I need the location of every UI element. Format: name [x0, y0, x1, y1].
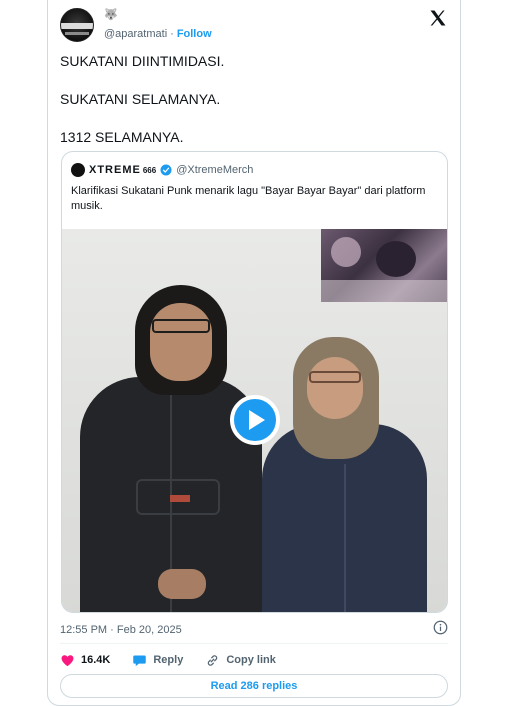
- tweet-actions: 16.4K Reply Copy link: [60, 650, 448, 670]
- author-display-name[interactable]: 🐺: [104, 8, 118, 21]
- reply-button[interactable]: Reply: [132, 653, 183, 668]
- tweet-timestamp[interactable]: 12:55 PM · Feb 20, 2025: [60, 624, 182, 636]
- quoted-author-name-suffix: 666: [142, 165, 157, 175]
- follow-button[interactable]: Follow: [177, 28, 212, 40]
- copy-link-button[interactable]: Copy link: [205, 653, 276, 668]
- divider: [60, 643, 448, 644]
- quoted-tweet-header: XTREME 666 @XtremeMerch: [71, 162, 253, 178]
- quoted-author-handle[interactable]: @XtremeMerch: [176, 164, 253, 176]
- tweet-meta: 12:55 PM · Feb 20, 2025: [60, 620, 448, 636]
- reply-icon: [133, 655, 147, 666]
- read-replies-label: Read 286 replies: [210, 680, 298, 692]
- reply-label: Reply: [153, 654, 184, 666]
- read-replies-button[interactable]: Read 286 replies: [60, 674, 448, 698]
- video-player[interactable]: [62, 229, 447, 612]
- separator: ·: [170, 28, 174, 40]
- tweet-header: 🐺 @aparatmati · Follow: [60, 8, 448, 44]
- author-avatar[interactable]: [60, 8, 94, 42]
- tweet-text: SUKATANI DIINTIMIDASI. SUKATANI SELAMANY…: [60, 52, 448, 166]
- video-inset-frame: [321, 229, 447, 302]
- author-handle[interactable]: @aparatmati: [104, 28, 167, 40]
- heart-icon: [61, 654, 74, 666]
- copy-link-label: Copy link: [226, 654, 276, 666]
- tweet-text-line: SUKATANI DIINTIMIDASI.: [60, 53, 225, 69]
- like-button[interactable]: 16.4K: [60, 653, 110, 668]
- play-button[interactable]: [230, 395, 280, 445]
- tweet-text-line: 1312 SELAMANYA.: [60, 129, 184, 145]
- x-logo-icon[interactable]: [428, 8, 448, 28]
- quoted-tweet[interactable]: XTREME 666 @XtremeMerch Klarifikasi Suka…: [61, 151, 448, 613]
- quoted-author-avatar[interactable]: [71, 163, 85, 177]
- quoted-tweet-text: Klarifikasi Sukatani Punk menarik lagu "…: [71, 185, 426, 212]
- tweet-card: 🐺 @aparatmati · Follow SUKATANI DIINTIMIDA…: [47, 0, 461, 706]
- play-icon: [249, 410, 265, 430]
- quoted-author-name[interactable]: XTREME: [89, 164, 141, 176]
- tweet-text-line: SUKATANI SELAMANYA.: [60, 91, 221, 107]
- info-icon[interactable]: [433, 620, 448, 635]
- author-handle-line: @aparatmati · Follow: [104, 28, 212, 40]
- verified-icon: [160, 164, 172, 176]
- link-icon: [208, 654, 218, 666]
- like-count: 16.4K: [81, 654, 111, 666]
